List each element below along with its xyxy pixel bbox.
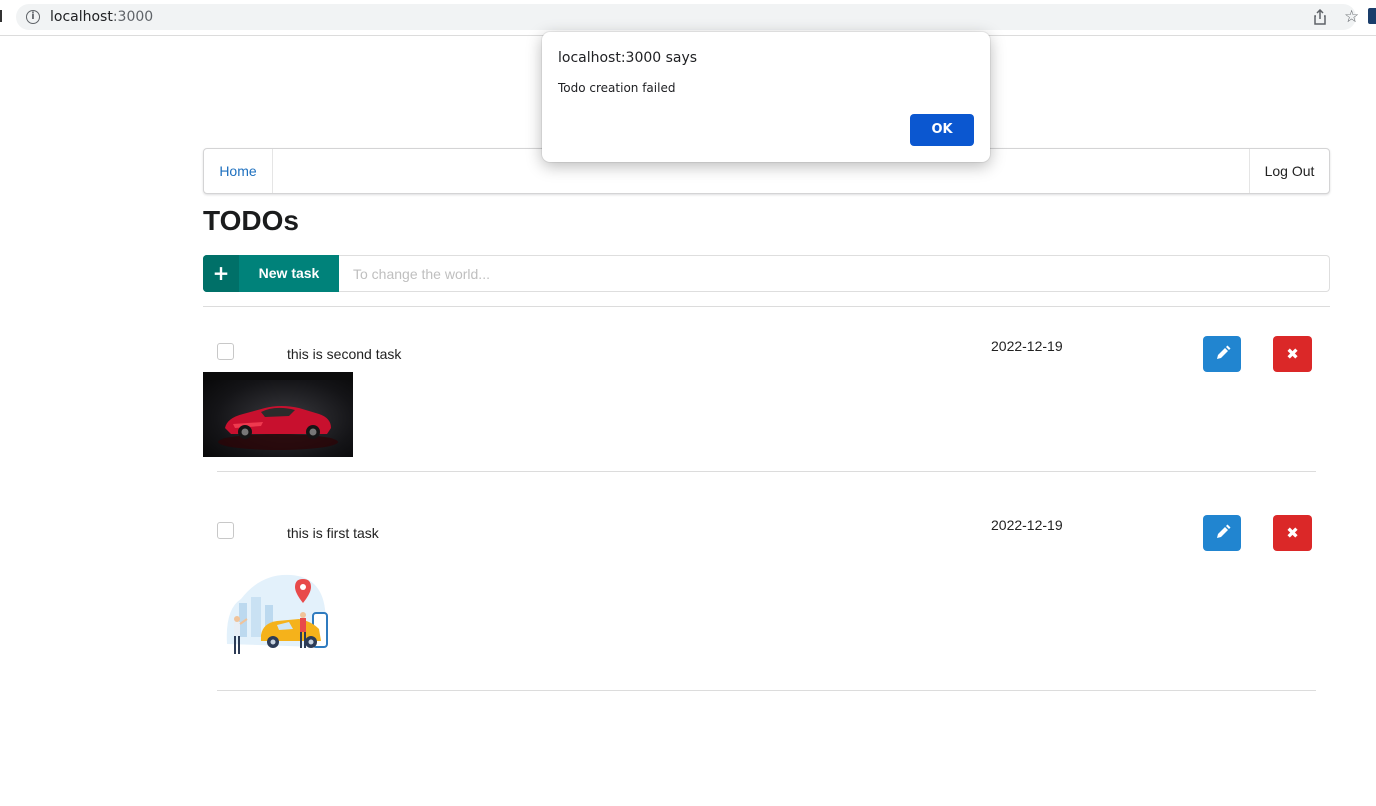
dialog-message: Todo creation failed [558,81,676,95]
todo-date: 2022-12-19 [991,338,1063,354]
share-icon[interactable] [1312,9,1328,25]
delete-button[interactable]: ✖ [1273,336,1312,372]
todo-image-car [203,372,353,457]
close-icon: ✖ [1286,345,1299,363]
todo-text: this is first task [287,525,379,541]
todo-item: this is second task 2022-12-19 ✖ [203,307,1330,472]
bookmark-star-icon[interactable]: ☆ [1344,7,1359,27]
extension-icon[interactable] [1368,8,1376,24]
url-text[interactable]: localhost:3000 [50,9,153,25]
todo-divider [217,690,1316,691]
info-icon[interactable]: i [26,10,40,24]
close-icon: ✖ [1286,524,1299,542]
alert-dialog: localhost:3000 says Todo creation failed… [542,32,990,162]
browser-toolbar: i localhost:3000 ☆ [0,0,1376,36]
dialog-title: localhost:3000 says [558,50,698,66]
url-port: :3000 [112,9,154,25]
page-title: TODOs [203,205,299,236]
todo-checkbox[interactable] [217,522,234,539]
pencil-icon [1217,524,1231,538]
ok-button[interactable]: OK [910,114,974,146]
window-edge-mark [0,10,2,22]
url-host: localhost [50,9,113,25]
new-task-button[interactable]: + New task [203,255,339,292]
new-task-label: New task [258,265,320,281]
todo-checkbox[interactable] [217,343,234,360]
delete-button[interactable]: ✖ [1273,515,1312,551]
todo-date: 2022-12-19 [991,517,1063,533]
home-link[interactable]: Home [204,149,273,193]
new-task-input[interactable] [339,255,1330,292]
todo-image-illustration [221,569,337,657]
logout-button[interactable]: Log Out [1249,149,1329,193]
todo-item: this is first task 2022-12-19 ✖ [203,472,1330,692]
pencil-icon [1217,345,1231,359]
address-bar[interactable]: i localhost:3000 ☆ [16,4,1359,30]
todo-text: this is second task [287,346,402,362]
plus-icon: + [203,255,239,292]
edit-button[interactable] [1203,336,1241,372]
edit-button[interactable] [1203,515,1241,551]
